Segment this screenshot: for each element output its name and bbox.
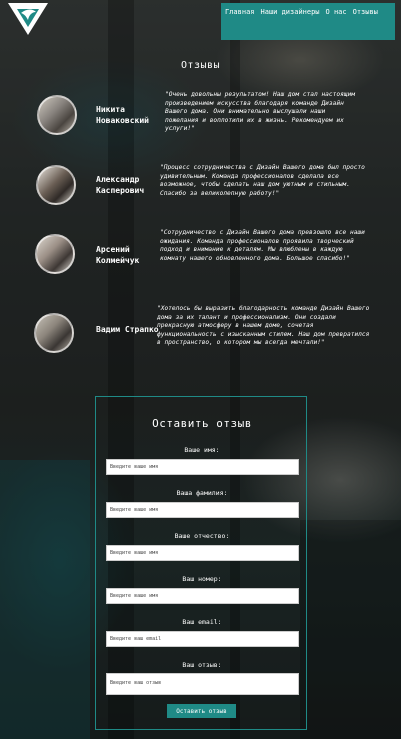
first-name-field[interactable]: Введите ваше имя bbox=[106, 459, 299, 475]
phone-label: Ваш номер: bbox=[182, 575, 222, 583]
review-author: Никита Новаковский bbox=[96, 105, 149, 125]
phone-field[interactable]: Введите ваше имя bbox=[106, 588, 299, 604]
nav-item-home[interactable]: Главная bbox=[225, 8, 255, 16]
review-label: Ваш отзыв: bbox=[182, 661, 222, 669]
email-label: Ваш email: bbox=[182, 618, 222, 626]
logo-icon[interactable] bbox=[8, 3, 48, 35]
review-author: Александр Касперович bbox=[96, 175, 145, 195]
review-text: "Сотрудничество с Дизайн Вашего дома пре… bbox=[160, 229, 365, 262]
patronymic-field[interactable]: Введите ваше имя bbox=[106, 545, 299, 561]
review-text: "Процесс сотрудничества с Дизайн Вашего … bbox=[160, 164, 365, 197]
review-author: Вадим Страпко bbox=[96, 325, 159, 334]
top-nav: Главная Наши дизайнеры О нас Отзывы bbox=[221, 3, 395, 40]
last-name-field[interactable]: Введите ваше имя bbox=[106, 502, 299, 518]
reviews-title: Отзывы bbox=[180, 60, 221, 71]
avatar bbox=[36, 165, 76, 205]
nav-item-designers[interactable]: Наши дизайнеры bbox=[261, 8, 320, 16]
avatar bbox=[35, 234, 75, 274]
review-author: Арсений Колмейчук bbox=[96, 245, 140, 265]
review-text: "Хотелось бы выразить благодарность кома… bbox=[157, 305, 370, 346]
submit-review-button[interactable]: Оставить отзыв bbox=[167, 704, 236, 718]
form-title: Оставить отзыв bbox=[152, 417, 252, 430]
last-name-label: Ваша фамилия: bbox=[176, 489, 228, 497]
nav-item-reviews[interactable]: Отзывы bbox=[353, 8, 378, 16]
review-textarea[interactable]: Введите ваш отзыв bbox=[106, 673, 299, 695]
review-text: "Очень довольны результатом! Наш дом ста… bbox=[165, 91, 355, 132]
avatar bbox=[34, 313, 74, 353]
nav-item-about[interactable]: О нас bbox=[326, 8, 347, 16]
review-form: Оставить отзыв Ваше имя: Введите ваше им… bbox=[95, 396, 307, 730]
patronymic-label: Ваше отчество: bbox=[174, 532, 230, 540]
email-field[interactable]: Введите ваш email bbox=[106, 631, 299, 647]
avatar bbox=[37, 95, 77, 135]
first-name-label: Ваше имя: bbox=[184, 446, 220, 454]
